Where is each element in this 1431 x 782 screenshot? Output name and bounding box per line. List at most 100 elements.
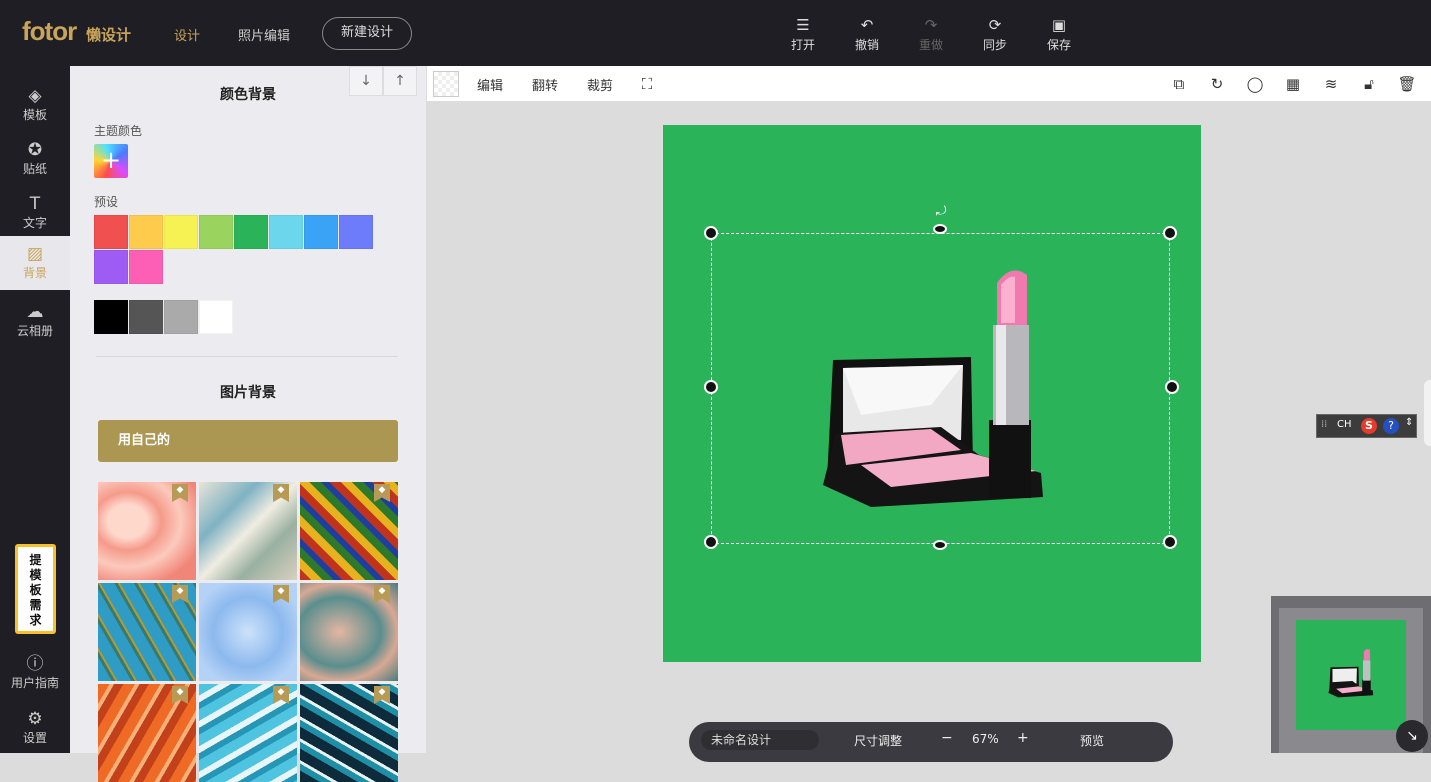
redo-button[interactable]: ↷ 重做	[911, 16, 951, 53]
gray-swatch[interactable]	[164, 300, 198, 334]
resize-handle[interactable]	[1163, 535, 1177, 549]
copy-icon[interactable]: ⧉	[1169, 74, 1189, 94]
help-icon[interactable]: ?	[1383, 418, 1399, 434]
premium-icon: ◆	[172, 585, 188, 603]
color-swatch[interactable]	[339, 215, 373, 249]
premium-icon: ◆	[172, 484, 188, 502]
texture-teal-gold[interactable]: ◆	[98, 583, 196, 681]
sogou-icon[interactable]: S	[1361, 418, 1377, 434]
texture-orange[interactable]: ◆	[98, 684, 196, 782]
canvas-toolbar: 编辑 翻转 裁剪 ⛶ ⧉ ↻ ◯ ▦ ≋ 🔓︎ 🗑︎	[427, 66, 1431, 102]
sidebar-item-template[interactable]: ◈ 模板	[0, 78, 70, 132]
shape-mask-icon[interactable]: ◯	[1245, 74, 1265, 94]
redo-icon: ↷	[924, 16, 938, 34]
crop-button[interactable]: 裁剪	[587, 75, 613, 94]
menu-icon: ☰	[796, 16, 810, 34]
gray-swatch[interactable]	[199, 300, 233, 334]
text-icon: T	[29, 194, 41, 214]
nav-design[interactable]: 设计	[174, 25, 200, 44]
sidebar-item-background[interactable]: ▨ 背景	[0, 236, 70, 290]
resize-handle[interactable]	[704, 226, 718, 240]
texture-peach-teal[interactable]: ◆	[300, 583, 398, 681]
selected-layer-thumbnail[interactable]	[433, 71, 459, 97]
sidebar-item-cloud-album[interactable]: ☁ 云相册	[0, 294, 70, 348]
sidebar-item-guide[interactable]: ⓘ 用户指南	[0, 646, 70, 700]
resize-handle[interactable]	[933, 540, 947, 550]
sticker-icon: ✪	[27, 140, 43, 160]
preview-button[interactable]: 预览	[1080, 732, 1104, 749]
theme-color-label: 主题颜色	[94, 124, 143, 138]
texture-light-blue[interactable]: ◆	[199, 583, 297, 681]
color-swatch[interactable]	[199, 215, 233, 249]
ime-arrows-icon[interactable]: ⇕	[1405, 417, 1413, 428]
zoom-in-button[interactable]: +	[1017, 730, 1029, 746]
color-swatch[interactable]	[164, 215, 198, 249]
resize-button[interactable]: 尺寸调整	[854, 732, 902, 749]
resize-handle[interactable]	[704, 380, 718, 394]
premium-icon: ◆	[374, 585, 390, 603]
color-swatch[interactable]	[234, 215, 268, 249]
gear-icon: ⚙	[27, 709, 43, 729]
ime-grip-icon: ⁞⁞	[1321, 419, 1328, 430]
transparency-icon[interactable]: ▦	[1283, 74, 1303, 94]
save-button[interactable]: ▣ 保存	[1039, 16, 1079, 53]
divider	[96, 356, 398, 357]
edit-button[interactable]: 编辑	[477, 75, 503, 94]
undo-button[interactable]: ↶ 撤销	[847, 16, 887, 53]
gray-swatch[interactable]	[129, 300, 163, 334]
side-collapse-handle[interactable]	[1424, 380, 1431, 446]
color-swatch[interactable]	[94, 250, 128, 284]
premium-icon: ◆	[172, 686, 188, 704]
sidebar-item-sticker[interactable]: ✪ 贴纸	[0, 132, 70, 186]
color-swatch[interactable]	[129, 215, 163, 249]
request-template-text: 提模板需求	[29, 553, 42, 627]
zoom-out-button[interactable]: −	[941, 730, 953, 746]
texture-gold-blue-marble[interactable]: ◆	[199, 482, 297, 580]
ime-toolbar[interactable]: ⁞⁞ CH S ? ⇕	[1316, 414, 1417, 438]
new-design-button[interactable]: 新建设计	[322, 17, 412, 50]
premium-icon: ◆	[273, 484, 289, 502]
sidebar-item-settings[interactable]: ⚙ 设置	[0, 701, 70, 755]
open-button[interactable]: ☰ 打开	[783, 16, 823, 53]
color-swatch[interactable]	[269, 215, 303, 249]
premium-icon: ◆	[273, 585, 289, 603]
premium-icon: ◆	[374, 686, 390, 704]
texture-psychedelic[interactable]: ◆	[300, 482, 398, 580]
nav-photo-edit[interactable]: 照片编辑	[238, 25, 290, 44]
ime-lang[interactable]: CH	[1337, 419, 1352, 430]
preset-label: 预设	[94, 195, 119, 209]
add-theme-color-button[interactable]: +	[94, 144, 128, 178]
request-template-button[interactable]: 提模板需求	[15, 544, 56, 634]
color-bg-title: 颜色背景	[220, 87, 276, 103]
sidebar-item-text[interactable]: T 文字	[0, 186, 70, 240]
image-bg-title: 图片背景	[220, 385, 276, 401]
resize-handle[interactable]	[1163, 226, 1177, 240]
resize-handle[interactable]	[1165, 380, 1179, 394]
delete-icon[interactable]: 🗑︎	[1397, 74, 1417, 94]
resize-handle[interactable]	[933, 224, 947, 234]
fullscreen-icon[interactable]: ⛶	[637, 74, 657, 94]
rotate-icon[interactable]: ↻	[1207, 74, 1227, 94]
minimap-collapse-icon[interactable]: ↘	[1396, 720, 1428, 752]
selection-box[interactable]	[711, 233, 1170, 544]
sync-icon: ⟳	[988, 16, 1002, 34]
document-name-input[interactable]: 未命名设计	[701, 730, 819, 750]
use-own-image-button[interactable]: 用自己的	[98, 420, 398, 462]
sync-button[interactable]: ⟳ 同步	[975, 16, 1015, 53]
rotate-handle-icon[interactable]: ⤾	[929, 205, 953, 219]
zoom-level: 67%	[972, 732, 999, 746]
minimap-canvas	[1296, 620, 1406, 730]
color-swatch[interactable]	[129, 250, 163, 284]
resize-handle[interactable]	[704, 535, 718, 549]
color-swatch[interactable]	[304, 215, 338, 249]
gray-swatch[interactable]	[94, 300, 128, 334]
texture-pink-marble[interactable]: ◆	[98, 482, 196, 580]
color-swatch[interactable]	[94, 215, 128, 249]
flip-button[interactable]: 翻转	[532, 75, 558, 94]
fotor-logo[interactable]: fotor	[22, 16, 77, 47]
layers-order-icon[interactable]: ≋	[1321, 74, 1341, 94]
texture-dark-teal[interactable]: ◆	[300, 684, 398, 782]
left-sidebar: ◈ 模板 ✪ 贴纸 T 文字 ▨ 背景 ☁ 云相册 提模板需求 ⓘ 用户指南 ⚙…	[0, 66, 70, 753]
lock-icon[interactable]: 🔓︎	[1359, 74, 1379, 94]
texture-aqua[interactable]: ◆	[199, 684, 297, 782]
